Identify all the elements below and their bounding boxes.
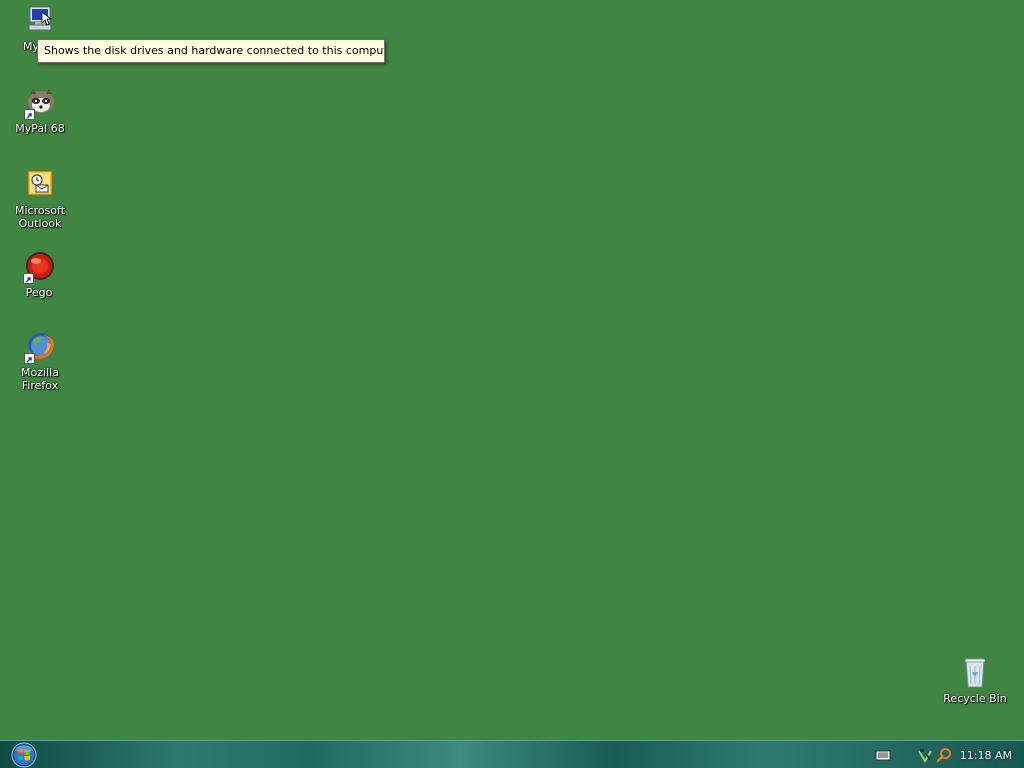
desktop-icon-mypal[interactable]: MyPal 68 [1, 86, 79, 135]
desktop-icon-label: MyPal 68 [15, 122, 65, 135]
system-tray: 11:18 AM [875, 741, 1024, 768]
firefox-icon [23, 330, 57, 364]
desktop-icon-outlook[interactable]: Microsoft Outlook [1, 168, 79, 230]
tooltip: Shows the disk drives and hardware conne… [37, 39, 385, 63]
outlook-icon [23, 168, 57, 202]
taskbar[interactable]: 11:18 AM [0, 740, 1024, 768]
desktop[interactable]: My Co MyPal 68 [0, 0, 1024, 740]
computer-icon [23, 4, 57, 38]
desktop-icon-firefox[interactable]: Mozilla Firefox [1, 330, 79, 392]
desktop-icon-recycle-bin[interactable]: Recycle Bin [936, 656, 1014, 705]
start-button[interactable] [9, 742, 39, 768]
shortcut-arrow-icon [24, 353, 35, 364]
network-icon[interactable] [917, 747, 933, 763]
desktop-icon-label: Mozilla Firefox [21, 366, 59, 392]
red-ball-icon [22, 250, 56, 284]
shortcut-arrow-icon [23, 273, 34, 284]
shortcut-arrow-icon [24, 109, 35, 120]
desktop-icon-label: Recycle Bin [943, 692, 1007, 705]
search-icon[interactable] [936, 747, 952, 763]
desktop-icon-label: Pego [25, 286, 53, 299]
desktop-icon-label: Microsoft Outlook [14, 204, 66, 230]
clock[interactable]: 11:18 AM [960, 749, 1012, 762]
keyboard-icon[interactable] [875, 747, 891, 763]
windows-orb-icon [9, 742, 39, 768]
recycle-bin-icon [958, 656, 992, 690]
raccoon-icon [23, 86, 57, 120]
desktop-icon-pego[interactable]: Pego [0, 250, 78, 299]
